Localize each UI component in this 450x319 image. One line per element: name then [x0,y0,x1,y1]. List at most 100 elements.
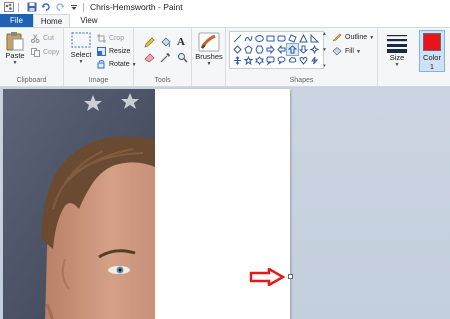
magnifier-icon[interactable] [177,52,191,63]
oval-shape-icon[interactable] [254,33,265,44]
brushes-group: Brushes ▼ [192,28,226,86]
tab-file[interactable]: File [0,14,33,27]
copy-button[interactable]: Copy [31,48,59,57]
right-arrow-shape-icon[interactable] [265,44,276,55]
scroll-up-icon[interactable]: ▲ [322,31,327,37]
select-dropdown-icon: ▼ [78,59,84,65]
four-point-star-shape-icon[interactable] [309,44,320,55]
oval-callout-shape-icon[interactable] [276,55,287,66]
outline-icon [332,33,342,42]
drawing-canvas[interactable] [3,89,290,319]
down-arrow-shape-icon[interactable] [298,44,309,55]
right-triangle-shape-icon[interactable] [309,33,320,44]
line-size-icon [387,35,407,53]
paste-button[interactable]: Paste ▼ [3,31,27,66]
rounded-rectangle-shape-icon[interactable] [276,33,287,44]
size-label: Size [389,53,405,62]
ribbon-tabs: File Home View [0,14,450,27]
curve-shape-icon[interactable] [243,33,254,44]
brushes-dropdown-icon: ▼ [206,61,212,67]
heart-shape-icon[interactable] [298,55,309,66]
canvas-workspace [0,88,450,319]
size-group: Size ▼ [378,28,416,86]
outline-dropdown-icon: ▼ [369,34,375,41]
tab-view[interactable]: View [72,14,106,27]
cut-label: Cut [43,35,54,42]
image-group: Select ▼ Crop Resize Rotate ▼ Image [64,28,137,86]
red-arrow-annotation [249,268,285,286]
color1-label: Color [423,53,441,62]
five-point-star-shape-icon[interactable] [243,55,254,66]
image-group-label: Image [88,77,109,84]
polygon-shape-icon[interactable] [287,33,298,44]
up-arrow-shape-icon[interactable] [286,43,299,56]
customize-toolbar-icon[interactable] [68,2,79,13]
portrait-photo [3,89,155,319]
tools-group: A Tools [134,28,192,86]
fill-bucket-icon[interactable] [160,37,174,48]
rectangle-shape-icon[interactable] [265,33,276,44]
paste-icon [6,32,24,51]
eraser-icon[interactable] [144,52,158,63]
paste-dropdown-icon: ▼ [12,60,18,66]
title-separator-2 [83,2,84,12]
pencil-icon[interactable] [144,37,158,48]
line-shape-icon[interactable] [232,33,243,44]
select-rectangle-icon [71,32,91,48]
resize-button[interactable]: Resize [97,47,130,56]
cloud-callout-shape-icon[interactable] [287,55,298,66]
paint-app-icon[interactable] [3,2,14,13]
triangle-shape-icon[interactable] [298,33,309,44]
outline-button[interactable]: Outline ▼ [332,33,374,42]
color-picker-icon[interactable] [160,52,174,63]
hexagon-shape-icon[interactable] [254,44,265,55]
resize-label: Resize [109,48,131,55]
six-point-star-shape-icon[interactable] [254,55,265,66]
shapes-group-label: Shapes [289,77,314,84]
resize-icon [97,47,106,56]
undo-icon[interactable] [40,2,51,13]
rounded-callout-shape-icon[interactable] [265,55,276,66]
scissors-icon [31,34,40,43]
four-way-arrow-shape-icon[interactable] [232,55,243,66]
diamond-shape-icon[interactable] [232,44,243,55]
brushes-label: Brushes [195,52,223,61]
color1-button[interactable]: Color 1 [419,30,445,72]
ribbon: Paste ▼ Cut Copy Clipboard Select ▼ Crop… [0,27,450,87]
clipboard-group: Paste ▼ Cut Copy Clipboard [0,28,64,86]
outline-label: Outline [345,34,368,41]
shapes-grid [232,33,320,66]
paste-label: Paste [5,51,25,60]
crop-icon [97,34,106,43]
shapes-group: ▲ ▼ ▾ Outline ▼ Fill ▼ Shapes [226,28,378,86]
title-bar: Chris-Hemsworth - Paint [0,0,450,14]
pentagon-shape-icon[interactable] [243,44,254,55]
fill-button[interactable]: Fill ▼ [332,47,361,56]
tools-group-label: Tools [154,77,171,84]
rotate-label: Rotate [109,61,130,68]
text-tool-icon[interactable]: A [177,36,185,48]
left-arrow-shape-icon[interactable] [276,44,287,55]
color1-group: Color 1 [416,28,450,86]
color1-number: 1 [429,62,435,71]
brushes-button[interactable]: Brushes ▼ [195,32,223,67]
cut-button[interactable]: Cut [31,34,54,43]
rotate-button[interactable]: Rotate ▼ [97,60,137,69]
window-title: Chris-Hemsworth - Paint [90,2,183,12]
rotate-icon [97,60,105,69]
shapes-scroll[interactable]: ▲ ▼ ▾ [321,31,328,69]
crop-label: Crop [109,35,125,42]
clipboard-group-label: Clipboard [16,77,47,84]
tab-home[interactable]: Home [33,14,70,27]
select-button[interactable]: Select ▼ [67,32,95,65]
crop-button[interactable]: Crop [97,34,124,43]
shape-fill-icon [332,47,342,56]
canvas-resize-handle[interactable] [288,274,293,279]
size-button[interactable]: Size ▼ [384,33,410,68]
redo-icon[interactable] [54,2,65,13]
copy-icon [31,48,40,57]
lightning-shape-icon[interactable] [309,55,320,66]
save-icon[interactable] [26,2,37,13]
scroll-down-icon[interactable]: ▼ [322,47,327,53]
expand-gallery-icon[interactable]: ▾ [323,63,326,69]
